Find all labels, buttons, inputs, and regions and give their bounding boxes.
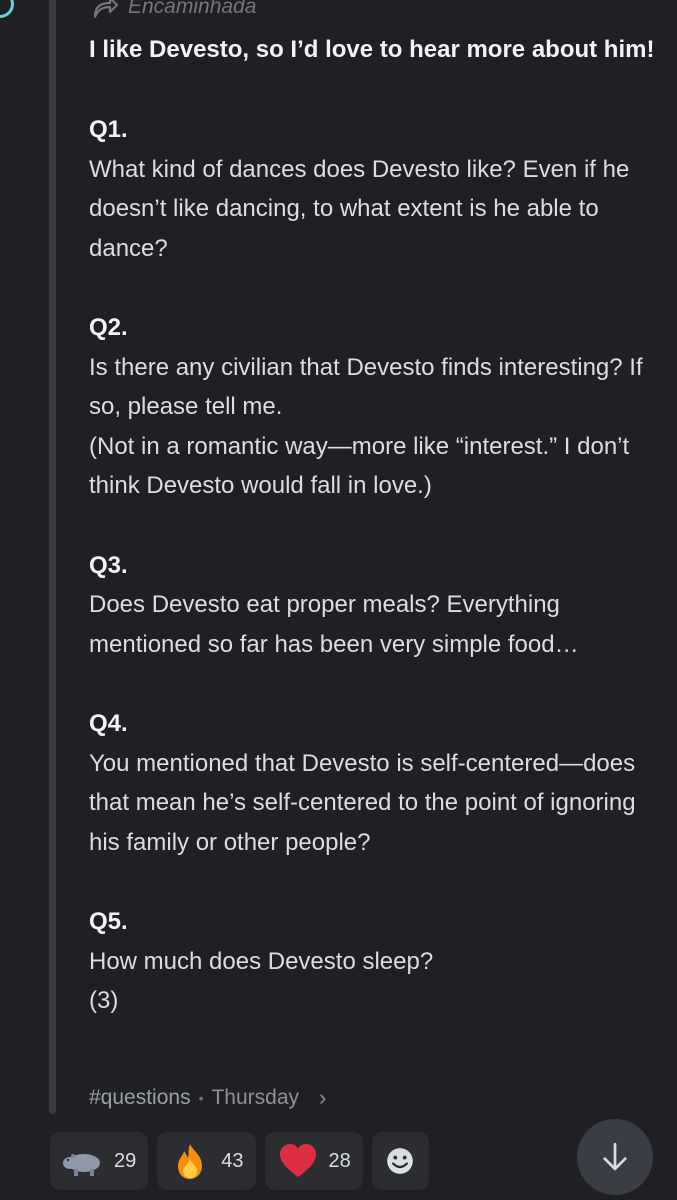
question-block: Q3. Does Devesto eat proper meals? Every… bbox=[89, 546, 659, 665]
question-label: Q1. bbox=[89, 116, 128, 143]
question-block: Q1. What kind of dances does Devesto lik… bbox=[89, 110, 659, 268]
scroll-to-bottom-button[interactable] bbox=[577, 1119, 653, 1195]
reaction-bar: 29 43 28 bbox=[50, 1132, 429, 1190]
fire-icon bbox=[178, 1144, 203, 1179]
add-reaction-button[interactable] bbox=[371, 1132, 429, 1190]
question-label: Q4. bbox=[89, 710, 128, 737]
reaction-hippo[interactable]: 29 bbox=[50, 1132, 149, 1190]
chevron-right-icon[interactable]: › bbox=[319, 1085, 326, 1111]
forward-header: Encaminhada bbox=[92, 0, 256, 20]
forward-arrow-icon bbox=[93, 0, 118, 19]
question-label: Q2. bbox=[89, 314, 128, 341]
reaction-count: 43 bbox=[221, 1149, 244, 1172]
question-label: Q5. bbox=[89, 908, 128, 935]
message-title: I like Devesto, so I’d love to hear more… bbox=[89, 36, 655, 63]
forward-label: Encaminhada bbox=[128, 0, 257, 18]
forward-source-footer[interactable]: #questions • Thursday › bbox=[89, 1082, 326, 1114]
reaction-fire[interactable]: 43 bbox=[157, 1132, 256, 1190]
reaction-count: 29 bbox=[114, 1149, 137, 1172]
question-block: Q2. Is there any civilian that Devesto f… bbox=[89, 308, 659, 506]
reaction-count: 28 bbox=[328, 1149, 351, 1172]
question-text: Is there any civilian that Devesto finds… bbox=[89, 353, 643, 500]
reaction-heart[interactable]: 28 bbox=[264, 1132, 363, 1190]
separator-dot: • bbox=[198, 1090, 204, 1106]
avatar[interactable] bbox=[0, 0, 14, 18]
arrow-down-icon bbox=[603, 1142, 627, 1171]
question-text: You mentioned that Devesto is self-cente… bbox=[89, 749, 636, 856]
timestamp: Thursday bbox=[211, 1086, 300, 1109]
question-text: How much does Devesto sleep? (3) bbox=[89, 947, 434, 1015]
question-text: What kind of dances does Devesto like? E… bbox=[89, 155, 630, 262]
smiley-icon bbox=[387, 1148, 414, 1174]
forward-quote-bar bbox=[49, 0, 56, 1114]
hippo-icon bbox=[63, 1154, 100, 1176]
question-text: Does Devesto eat proper meals? Everythin… bbox=[89, 591, 579, 658]
message-content: I like Devesto, so I’d love to hear more… bbox=[89, 30, 659, 1061]
channel-link[interactable]: #questions bbox=[89, 1086, 191, 1110]
question-label: Q3. bbox=[89, 551, 128, 579]
heart-icon bbox=[279, 1144, 316, 1177]
question-block: Q5. How much does Devesto sleep? (3) bbox=[89, 902, 659, 1021]
question-block: Q4. You mentioned that Devesto is self-c… bbox=[89, 704, 659, 862]
